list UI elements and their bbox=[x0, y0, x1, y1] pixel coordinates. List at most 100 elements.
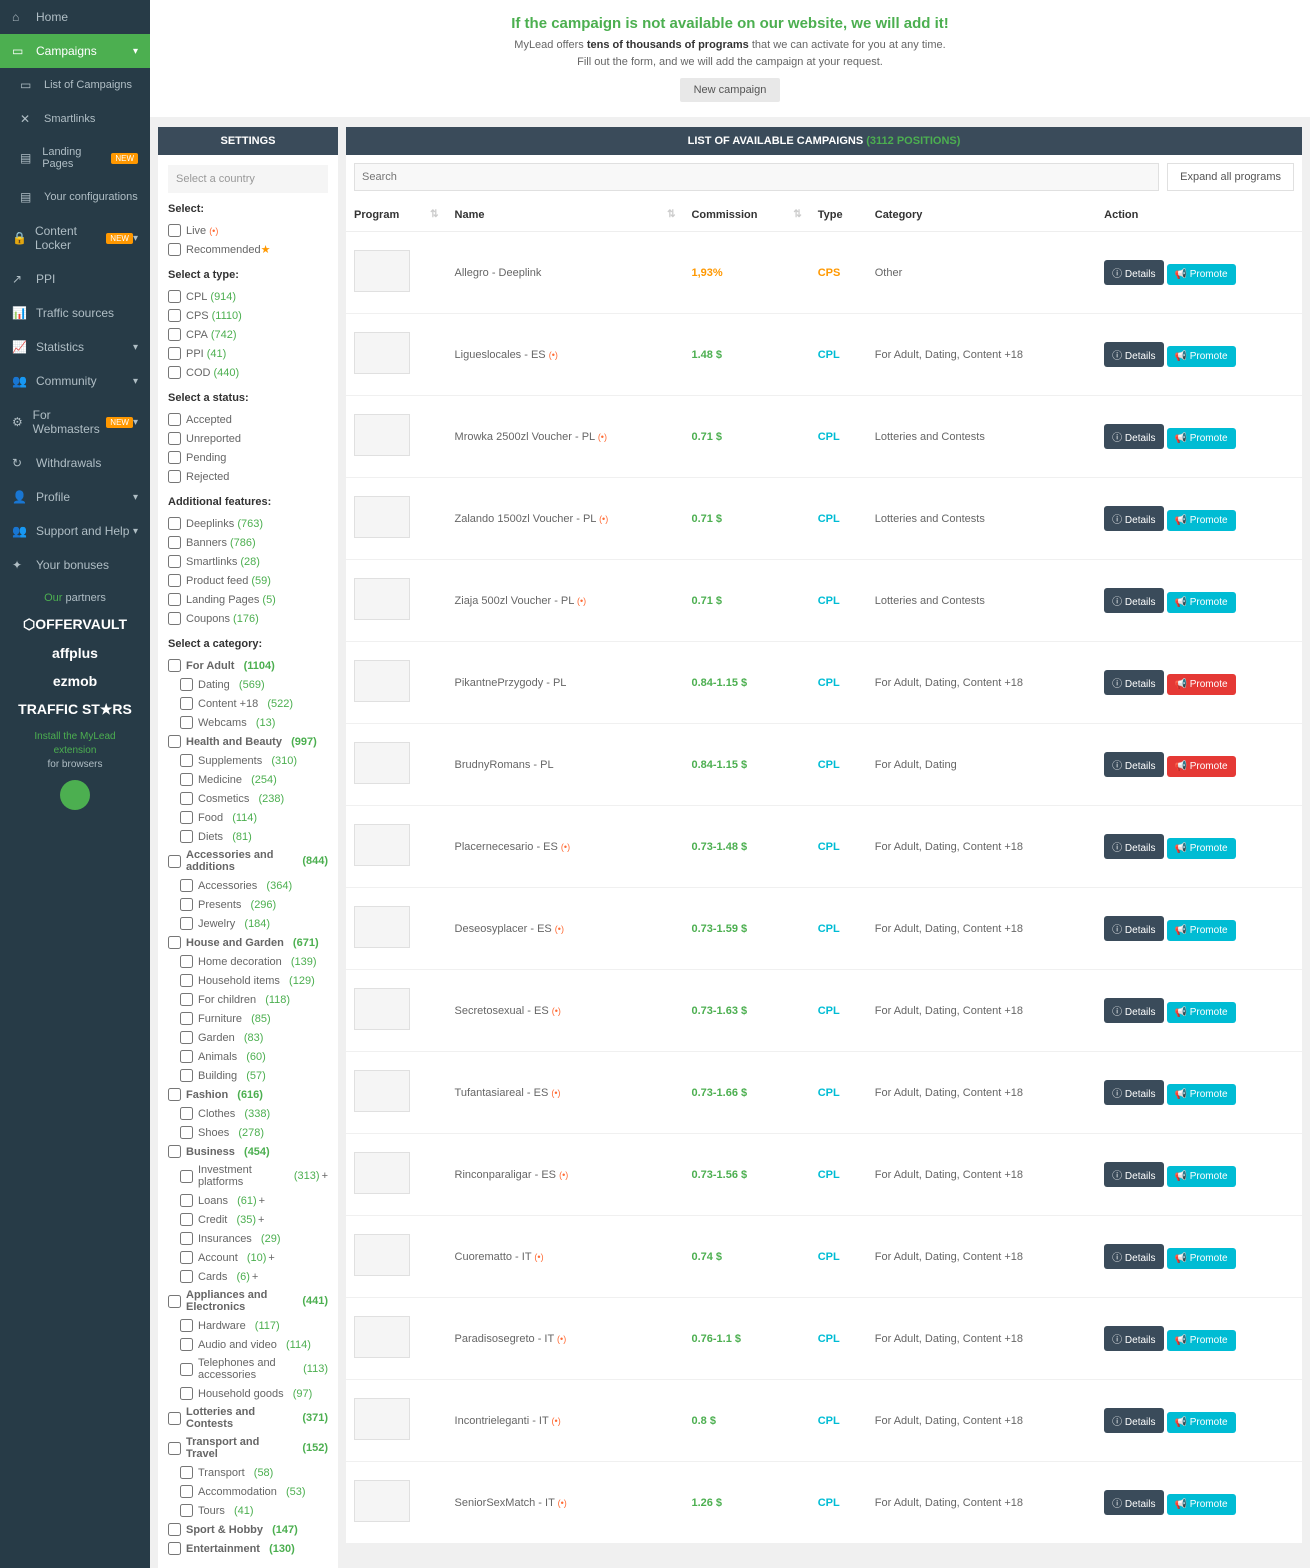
promote-button[interactable]: 📢 Promote bbox=[1167, 428, 1236, 449]
checkbox[interactable] bbox=[180, 678, 193, 691]
filter-subcategory[interactable]: Hardware (117) bbox=[168, 1316, 328, 1335]
promote-button[interactable]: 📢 Promote bbox=[1167, 1330, 1236, 1351]
checkbox[interactable] bbox=[180, 811, 193, 824]
filter-subcategory[interactable]: Food (114) bbox=[168, 808, 328, 827]
checkbox[interactable] bbox=[180, 754, 193, 767]
checkbox[interactable] bbox=[168, 1295, 181, 1308]
checkbox[interactable] bbox=[180, 1338, 193, 1351]
filter-subcategory[interactable]: Audio and video (114) bbox=[168, 1335, 328, 1354]
filter-subcategory[interactable]: Jewelry (184) bbox=[168, 914, 328, 933]
expand-all-button[interactable]: Expand all programs bbox=[1167, 163, 1294, 191]
filter-type-cpl[interactable]: CPL (914) bbox=[168, 287, 328, 306]
col-program[interactable]: Program⇅ bbox=[346, 199, 447, 232]
checkbox[interactable] bbox=[180, 792, 193, 805]
nav-profile[interactable]: 👤Profile▾ bbox=[0, 480, 150, 514]
checkbox[interactable] bbox=[180, 830, 193, 843]
filter-subcategory[interactable]: Household goods (97) bbox=[168, 1384, 328, 1403]
promote-button[interactable]: 📢 Promote bbox=[1167, 1494, 1236, 1515]
filter-subcategory[interactable]: Dating (569) bbox=[168, 675, 328, 694]
nav-support-and-help[interactable]: 👥Support and Help▾ bbox=[0, 514, 150, 548]
checkbox[interactable] bbox=[180, 1504, 193, 1517]
filter-subcategory[interactable]: For children (118) bbox=[168, 990, 328, 1009]
promote-button[interactable]: 📢 Promote bbox=[1167, 1166, 1236, 1187]
promote-button[interactable]: 📢 Promote bbox=[1167, 510, 1236, 531]
filter-type-cpa[interactable]: CPA (742) bbox=[168, 325, 328, 344]
details-button[interactable]: ⓘ Details bbox=[1104, 1080, 1163, 1105]
checkbox[interactable] bbox=[168, 659, 181, 672]
checkbox[interactable] bbox=[180, 1107, 193, 1120]
checkbox[interactable] bbox=[180, 1050, 193, 1063]
filter-type-ppi[interactable]: PPI (41) bbox=[168, 344, 328, 363]
filter-subcategory[interactable]: Account (10) + bbox=[168, 1248, 328, 1267]
filter-subcategory[interactable]: Webcams (13) bbox=[168, 713, 328, 732]
col-category[interactable]: Category bbox=[867, 199, 1096, 232]
checkbox[interactable] bbox=[168, 366, 181, 379]
checkbox[interactable] bbox=[180, 1012, 193, 1025]
filter-subcategory[interactable]: Furniture (85) bbox=[168, 1009, 328, 1028]
nav-landing-pages[interactable]: ▤Landing PagesNEW bbox=[0, 136, 150, 180]
filter-live[interactable]: Live(•) bbox=[168, 221, 328, 240]
new-campaign-button[interactable]: New campaign bbox=[680, 78, 781, 102]
filter-subcategory[interactable]: Presents (296) bbox=[168, 895, 328, 914]
details-button[interactable]: ⓘ Details bbox=[1104, 342, 1163, 367]
nav-your-configurations[interactable]: ▤Your configurations bbox=[0, 180, 150, 214]
filter-feature[interactable]: Banners (786) bbox=[168, 533, 328, 552]
nav-traffic-sources[interactable]: 📊Traffic sources bbox=[0, 296, 150, 330]
checkbox[interactable] bbox=[168, 1145, 181, 1158]
details-button[interactable]: ⓘ Details bbox=[1104, 998, 1163, 1023]
filter-subcategory[interactable]: Cosmetics (238) bbox=[168, 789, 328, 808]
checkbox[interactable] bbox=[168, 1442, 181, 1455]
select-country[interactable]: Select a country bbox=[168, 165, 328, 193]
checkbox[interactable] bbox=[168, 470, 181, 483]
details-button[interactable]: ⓘ Details bbox=[1104, 260, 1163, 285]
partner-logo[interactable]: ezmob bbox=[5, 673, 145, 689]
nav-for-webmasters[interactable]: ⚙For WebmastersNEW▾ bbox=[0, 398, 150, 446]
checkbox[interactable] bbox=[180, 955, 193, 968]
col-name[interactable]: Name⇅ bbox=[447, 199, 684, 232]
filter-subcategory[interactable]: Loans (61) + bbox=[168, 1191, 328, 1210]
nav-content-locker[interactable]: 🔒Content LockerNEW▾ bbox=[0, 214, 150, 262]
checkbox[interactable] bbox=[168, 309, 181, 322]
filter-subcategory[interactable]: Credit (35) + bbox=[168, 1210, 328, 1229]
checkbox[interactable] bbox=[168, 432, 181, 445]
checkbox[interactable] bbox=[180, 1387, 193, 1400]
checkbox[interactable] bbox=[180, 1126, 193, 1139]
filter-subcategory[interactable]: Accommodation (53) bbox=[168, 1482, 328, 1501]
filter-subcategory[interactable]: Insurances (29) bbox=[168, 1229, 328, 1248]
filter-type-cod[interactable]: COD (440) bbox=[168, 363, 328, 382]
filter-subcategory[interactable]: Home decoration (139) bbox=[168, 952, 328, 971]
checkbox[interactable] bbox=[180, 993, 193, 1006]
checkbox[interactable] bbox=[180, 1232, 193, 1245]
checkbox[interactable] bbox=[168, 855, 181, 868]
filter-category[interactable]: Health and Beauty (997) bbox=[168, 732, 328, 751]
details-button[interactable]: ⓘ Details bbox=[1104, 834, 1163, 859]
checkbox[interactable] bbox=[168, 413, 181, 426]
checkbox[interactable] bbox=[168, 243, 181, 256]
promote-button[interactable]: 📢 Promote bbox=[1167, 1412, 1236, 1433]
partner-logo[interactable]: TRAFFIC ST★RS bbox=[5, 701, 145, 718]
nav-ppi[interactable]: ↗PPI bbox=[0, 262, 150, 296]
promote-button[interactable]: 📢 Promote bbox=[1167, 1248, 1236, 1269]
promote-button[interactable]: 📢 Promote bbox=[1167, 592, 1236, 613]
filter-subcategory[interactable]: Investment platforms (313) + bbox=[168, 1161, 328, 1191]
filter-category[interactable]: Lotteries and Contests (371) bbox=[168, 1403, 328, 1433]
filter-subcategory[interactable]: Building (57) bbox=[168, 1066, 328, 1085]
filter-subcategory[interactable]: Clothes (338) bbox=[168, 1104, 328, 1123]
checkbox[interactable] bbox=[168, 1088, 181, 1101]
details-button[interactable]: ⓘ Details bbox=[1104, 1408, 1163, 1433]
filter-subcategory[interactable]: Transport (58) bbox=[168, 1463, 328, 1482]
partner-logo[interactable]: affplus bbox=[5, 645, 145, 661]
checkbox[interactable] bbox=[168, 451, 181, 464]
filter-subcategory[interactable]: Shoes (278) bbox=[168, 1123, 328, 1142]
filter-category[interactable]: Appliances and Electronics (441) bbox=[168, 1286, 328, 1316]
nav-campaigns[interactable]: ▭Campaigns▾ bbox=[0, 34, 150, 68]
details-button[interactable]: ⓘ Details bbox=[1104, 424, 1163, 449]
filter-recommended[interactable]: Recommended ★ bbox=[168, 240, 328, 259]
checkbox[interactable] bbox=[180, 1270, 193, 1283]
filter-subcategory[interactable]: Garden (83) bbox=[168, 1028, 328, 1047]
checkbox[interactable] bbox=[180, 879, 193, 892]
checkbox[interactable] bbox=[180, 1251, 193, 1264]
filter-subcategory[interactable]: Content +18 (522) bbox=[168, 694, 328, 713]
promote-button[interactable]: 📢 Promote bbox=[1167, 1002, 1236, 1023]
promote-button[interactable]: 📢 Promote bbox=[1167, 838, 1236, 859]
